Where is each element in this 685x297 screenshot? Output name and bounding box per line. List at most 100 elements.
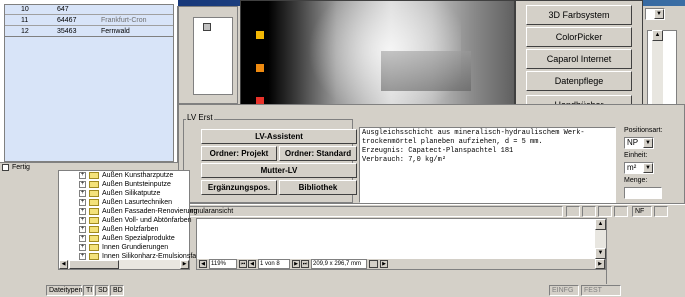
expand-icon[interactable]: +: [79, 180, 86, 188]
tree-item[interactable]: + Außen Fassaden-Renovierung: [79, 207, 197, 216]
einheit-select[interactable]: m² ▼: [624, 162, 654, 174]
mutter-lv-button[interactable]: Mutter-LV: [201, 163, 357, 178]
positionsart-select[interactable]: NP ▼: [624, 137, 654, 149]
nf-indicator: NF: [632, 206, 652, 217]
zoom-value: 119%: [211, 261, 226, 267]
positionsart-label: Positionsart:: [624, 127, 663, 134]
right-dropdown[interactable]: ▼: [645, 8, 665, 20]
caparol-internet-button[interactable]: Caparol Internet: [526, 49, 632, 69]
status-icon: [2, 164, 9, 171]
datenpflege-button[interactable]: Datenpflege: [526, 71, 632, 91]
label-colorpicker: ColorPicker: [555, 32, 603, 42]
row-code: 647: [57, 6, 69, 13]
ordner-projekt-label: Ordner: Projekt: [209, 149, 269, 158]
chevron-down-icon[interactable]: ▼: [654, 9, 664, 19]
tree-item[interactable]: + Außen Kunstharzputze: [79, 171, 173, 180]
tree-hscrollbar[interactable]: ◀ ▶: [59, 260, 189, 269]
positionsart-value: NP: [627, 138, 639, 147]
bottom-status-bar: Dateitypen TI SD BD EINFG FEST: [46, 284, 646, 297]
ergaenzungspos-button[interactable]: Ergänzungspos.: [201, 180, 277, 195]
table-row[interactable]: 10 647: [5, 5, 173, 15]
status-cell: [598, 206, 612, 217]
page-size-field: 209,9 x 296,7 mm: [311, 259, 367, 269]
lv-assistent-button[interactable]: LV-Assistent: [201, 129, 357, 144]
dot-yellow: [256, 31, 264, 39]
expand-icon[interactable]: +: [79, 234, 86, 242]
first-page-icon[interactable]: ⏮: [239, 260, 247, 268]
page-field[interactable]: 1 von 8: [258, 259, 290, 269]
fest-text: FEST: [584, 287, 602, 294]
table-row[interactable]: 12 35463 Fernwald: [5, 27, 173, 37]
dot-orange: [256, 64, 264, 72]
tree-item-label: Außen Voll- und Abtönfarben: [102, 217, 192, 224]
tree-item[interactable]: + Außen Spezialprodukte: [79, 234, 175, 243]
tree-item[interactable]: + Außen Holzfarben: [79, 225, 158, 234]
bibliothek-label: Bibliothek: [298, 183, 338, 192]
expand-icon[interactable]: +: [79, 189, 86, 197]
row-num: 11: [21, 17, 29, 24]
ordner-projekt-button[interactable]: Ordner: Projekt: [201, 146, 277, 161]
tab-ti[interactable]: TI: [83, 285, 94, 296]
tab-bd-label: BD: [113, 287, 123, 294]
tree-item[interactable]: + Außen Silikatputze: [79, 189, 160, 198]
status-cell: [614, 206, 628, 217]
expand-icon[interactable]: +: [79, 198, 86, 206]
bibliothek-button[interactable]: Bibliothek: [279, 180, 357, 195]
tree-item[interactable]: + Innen Grundierungen: [79, 243, 168, 252]
lv-panel: LV Erst LV-Assistent Ordner: Projekt Ord…: [178, 104, 685, 204]
folder-icon: [89, 252, 99, 260]
einfg-indicator: EINFG: [549, 285, 579, 296]
tab-sd[interactable]: SD: [95, 285, 109, 296]
einfg-text: EINFG: [552, 287, 574, 294]
last-page-icon[interactable]: ⏭: [301, 260, 309, 268]
ordner-standard-label: Ordner: Standard: [284, 149, 352, 158]
next-page-icon[interactable]: ▶: [292, 260, 300, 268]
expand-icon[interactable]: +: [79, 171, 86, 179]
mini-window: [193, 17, 233, 95]
table-row[interactable]: 11 64467 Frankfurt-Cron: [5, 16, 173, 26]
zoom-field[interactable]: 119%: [209, 259, 237, 269]
doc-vscrollbar[interactable]: ▲ ▼: [595, 219, 606, 259]
status-cell: [582, 206, 596, 217]
folder-icon: [89, 216, 99, 224]
tree-item[interactable]: + Außen Voll- und Abtönfarben: [79, 216, 192, 225]
doc-viewer: ▲ ▼ ◀ 119% ⏮ ◀ 1 von 8 ▶ ⏭ 209,9 x 296,7…: [196, 218, 606, 270]
folder-icon: [89, 189, 99, 197]
expand-icon[interactable]: +: [79, 207, 86, 215]
chevron-down-icon[interactable]: ▼: [643, 138, 653, 148]
prev-page-icon[interactable]: ◀: [248, 260, 256, 268]
chevron-down-icon[interactable]: ▼: [643, 163, 653, 173]
scroll-up-icon[interactable]: ▲: [595, 219, 606, 230]
scroll-left-icon[interactable]: ◀: [59, 260, 68, 269]
tree-item[interactable]: + Außen Buntsteinputze: [79, 180, 171, 189]
ordner-standard-button[interactable]: Ordner: Standard: [279, 146, 357, 161]
description-line: Verbrauch: 7,0 kg/m²: [362, 156, 447, 164]
nf-text: NF: [635, 208, 645, 215]
expand-icon[interactable]: +: [79, 225, 86, 233]
status-label: Fertig: [12, 164, 30, 171]
top-list-window: 10 647 11 64467 Frankfurt-Cron 12 35463 …: [0, 0, 178, 170]
row-name: Frankfurt-Cron: [101, 17, 147, 24]
expand-icon[interactable]: +: [79, 243, 86, 251]
nav-prev-icon[interactable]: ◀: [199, 260, 207, 268]
layout-icon[interactable]: [369, 260, 378, 268]
tree-item[interactable]: + Außen Lasurtechniken: [79, 198, 172, 207]
expand-icon[interactable]: +: [79, 216, 86, 224]
3d-farbsystem-button[interactable]: 3D Farbsystem: [526, 5, 632, 25]
scroll-thumb[interactable]: [69, 260, 119, 269]
scroll-down-icon[interactable]: ▼: [595, 248, 606, 259]
doc-icon[interactable]: [203, 23, 211, 31]
lv-group-label: LV Erst: [186, 113, 214, 122]
colorpicker-button[interactable]: ColorPicker: [526, 27, 632, 47]
scroll-up-icon[interactable]: ▲: [652, 30, 663, 41]
hscroll-right-icon[interactable]: ▶: [380, 260, 388, 268]
scroll-right-end-icon[interactable]: ▶: [595, 259, 605, 269]
form-status-label: Formularansicht: [180, 206, 563, 217]
scroll-right-icon[interactable]: ▶: [180, 260, 189, 269]
description-textbox[interactable]: Ausgleichsschicht aus mineralisch-hydrau…: [359, 127, 616, 203]
tab-bd[interactable]: BD: [110, 285, 124, 296]
expand-icon[interactable]: +: [79, 252, 86, 260]
menge-input[interactable]: [624, 187, 662, 199]
folder-icon: [89, 243, 99, 251]
menge-label: Menge:: [624, 177, 648, 184]
